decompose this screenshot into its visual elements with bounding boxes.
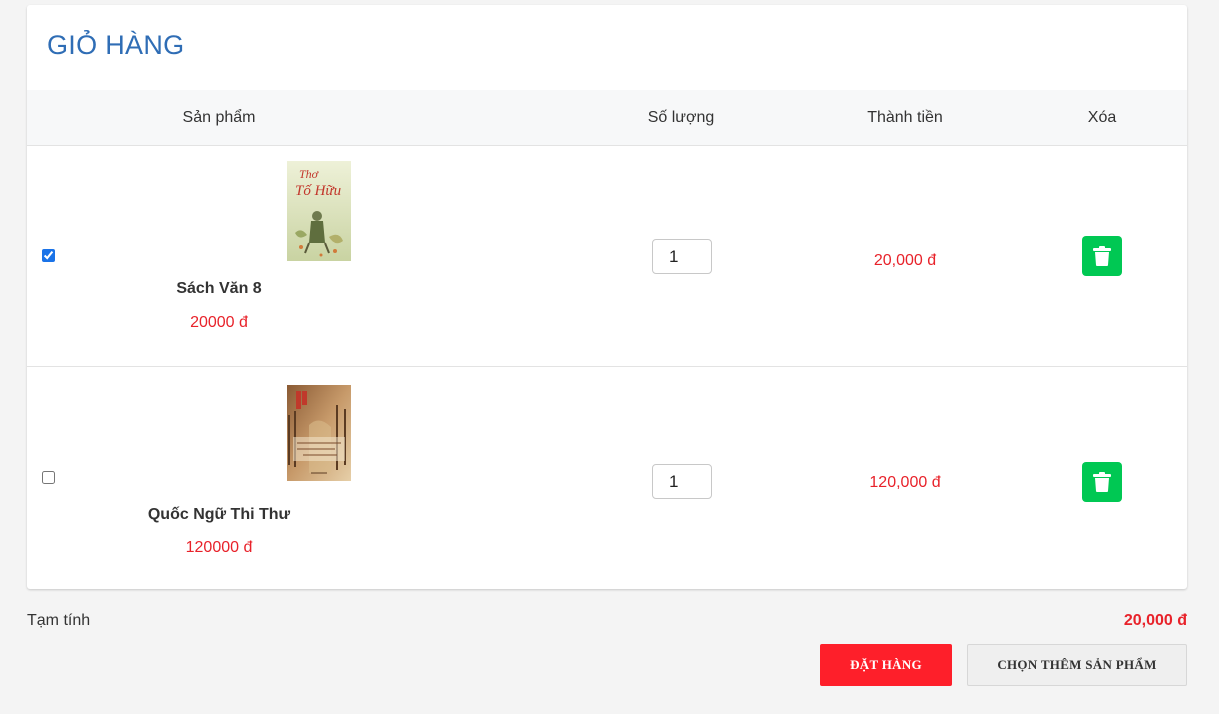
product-unit-price: 20000 đ xyxy=(190,314,248,331)
cart-row: Thơ Tố Hữu Sách Văn 8 20000 đ 20,000 đ xyxy=(27,146,1187,367)
place-order-button[interactable]: ĐẶT HÀNG xyxy=(820,644,952,686)
continue-shopping-button[interactable]: CHỌN THÊM SẢN PHẨM xyxy=(967,644,1187,686)
select-item-checkbox[interactable] xyxy=(42,249,55,262)
product-name[interactable]: Sách Văn 8 xyxy=(69,280,369,298)
quantity-input[interactable] xyxy=(652,239,712,274)
cart-panel: GIỎ HÀNG Sản phẩm Số lượng Thành tiền Xó… xyxy=(27,5,1187,589)
subtotal-value: 20,000 đ xyxy=(1123,612,1187,629)
column-header-delete: Xóa xyxy=(1087,109,1117,126)
line-total: 120,000 đ xyxy=(869,474,941,491)
column-header-quantity: Số lượng xyxy=(647,109,715,126)
delete-item-button[interactable] xyxy=(1082,462,1122,502)
trash-icon xyxy=(1093,246,1111,266)
cart-table-header: Sản phẩm Số lượng Thành tiền Xóa xyxy=(27,90,1187,146)
book-cover-image: Thơ Tố Hữu xyxy=(287,161,351,261)
column-header-total: Thành tiền xyxy=(867,109,943,126)
book-cover-image xyxy=(287,385,351,481)
delete-item-button[interactable] xyxy=(1082,236,1122,276)
column-header-product: Sản phẩm xyxy=(182,109,256,126)
svg-text:Tố Hữu: Tố Hữu xyxy=(295,183,341,199)
select-item-checkbox[interactable] xyxy=(42,471,55,484)
svg-text:Thơ: Thơ xyxy=(299,167,319,181)
subtotal-label: Tạm tính xyxy=(27,612,91,629)
product-unit-price: 120000 đ xyxy=(185,539,253,556)
line-total: 20,000 đ xyxy=(873,252,937,269)
quantity-input[interactable] xyxy=(652,464,712,499)
trash-icon xyxy=(1093,472,1111,492)
cart-row: Quốc Ngữ Thi Thư 120000 đ 120,000 đ xyxy=(27,367,1187,589)
product-name[interactable]: Quốc Ngữ Thi Thư xyxy=(69,506,369,524)
page-title: GIỎ HÀNG xyxy=(47,30,185,60)
